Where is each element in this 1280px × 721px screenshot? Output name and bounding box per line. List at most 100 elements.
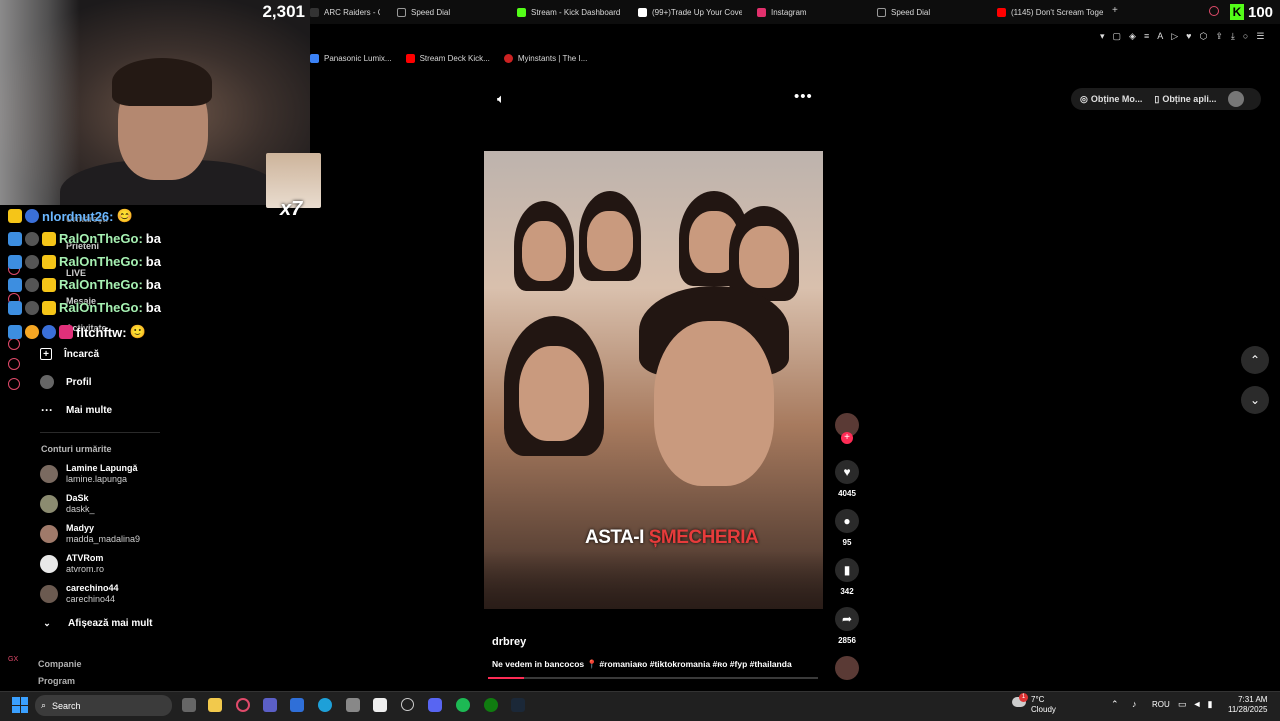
video-progress-bar[interactable] xyxy=(488,677,818,679)
music-disc[interactable] xyxy=(835,656,859,680)
show-more-button[interactable]: ⌄ Afișează mai mult xyxy=(40,616,152,630)
shield-icon[interactable]: ◈ xyxy=(1129,31,1136,42)
search-label: Search xyxy=(52,700,81,711)
heart-icon[interactable]: ♥ xyxy=(1186,31,1191,42)
speed-dial-icon xyxy=(397,7,406,17)
bookmark-panasonic[interactable]: Panasonic Lumix... xyxy=(310,48,392,68)
taskbar-search[interactable]: ⌕ Search xyxy=(35,695,172,716)
search-icon[interactable] xyxy=(1209,6,1219,16)
discord-icon[interactable] xyxy=(428,698,442,712)
language-indicator[interactable]: ROU xyxy=(1152,700,1170,709)
rail-icon[interactable] xyxy=(8,358,20,370)
app-icon[interactable] xyxy=(401,698,414,711)
tab-tiktok[interactable]: (99+)Trade Up Your Cove xyxy=(638,4,742,20)
cam-light xyxy=(0,0,80,205)
get-app-pill: ◎ Obține Mo... ▯ Obține apli... xyxy=(1071,88,1261,110)
tab-label: Speed Dial xyxy=(891,7,931,17)
download-icon[interactable]: ⤓ xyxy=(1231,31,1235,42)
chat-username[interactable]: RalOnTheGo: xyxy=(59,254,143,269)
tab-arc-raiders[interactable]: ARC Raiders - Offi xyxy=(310,4,380,20)
volume-icon[interactable]: 🔈︎ xyxy=(497,91,513,107)
account-name: carechino44 xyxy=(66,583,119,593)
weather-widget[interactable]: 7°C Cloudy xyxy=(1031,695,1056,715)
spotify-icon[interactable] xyxy=(456,698,470,712)
steam-icon[interactable] xyxy=(511,698,525,712)
follow-plus-icon[interactable]: + xyxy=(841,432,853,444)
video-author[interactable]: drbrey xyxy=(492,636,526,648)
play-icon[interactable]: ▷ xyxy=(1171,31,1178,42)
tab-instagram[interactable]: Instagram xyxy=(757,4,867,20)
bookmark-myinstants[interactable]: Myinstants | The I... xyxy=(503,48,587,68)
creator-avatar[interactable]: + xyxy=(835,413,859,444)
system-tray: ▭ ◄ ▮ xyxy=(1178,699,1212,710)
windows-start-icon[interactable] xyxy=(12,697,28,713)
following-account[interactable]: ATVRom atvrom.ro xyxy=(40,553,104,575)
extension-icon[interactable]: ⬡ xyxy=(1200,31,1208,42)
store-icon[interactable] xyxy=(373,698,387,712)
get-mode-button[interactable]: Obține Mo... xyxy=(1091,94,1143,104)
sidebar-item-upload[interactable]: + Încarcă xyxy=(40,348,99,360)
tray-chevron-icon[interactable]: ⌃ xyxy=(1111,699,1119,710)
speed-dial-icon xyxy=(877,7,886,17)
opera-gx-icon[interactable] xyxy=(236,698,250,712)
following-account[interactable]: carechino44 carechino44 xyxy=(40,583,119,605)
kick-count-badge: K 100 xyxy=(1230,2,1278,22)
chat-message: nlordnut26: 😊 xyxy=(8,208,133,224)
new-tab-button[interactable]: + xyxy=(1112,5,1118,16)
word-icon[interactable] xyxy=(290,698,304,712)
tab-label: (1145) Don't Scream Toge xyxy=(1011,7,1103,17)
avatar[interactable] xyxy=(1228,91,1245,107)
chat-username[interactable]: RalOnTheGo: xyxy=(59,231,143,246)
tab-kick-dashboard[interactable]: Stream - Kick Dashboard xyxy=(517,4,632,20)
tab-youtube[interactable]: (1145) Don't Scream Toge xyxy=(997,4,1103,20)
divider xyxy=(40,432,160,433)
menu-icon[interactable]: ☰ xyxy=(1256,31,1264,42)
file-explorer-icon[interactable] xyxy=(208,698,222,712)
chat-text: ba xyxy=(145,277,161,292)
chat-username[interactable]: RalOnTheGo: xyxy=(59,277,143,292)
weather-temp: 7°C xyxy=(1031,695,1045,704)
sidebar-item-more[interactable]: ··· Mai multe xyxy=(40,403,112,417)
like-button[interactable]: ♥ 4045 xyxy=(835,460,859,498)
chat-username[interactable]: nlordnut26: xyxy=(42,209,114,224)
account-icon[interactable]: ○ xyxy=(1243,31,1248,42)
tab-speed-dial-2[interactable]: Speed Dial xyxy=(877,4,987,20)
save-button[interactable]: ▮ 342 xyxy=(835,558,859,596)
more-options-icon[interactable]: ••• xyxy=(794,88,813,105)
notification-badge: 1 xyxy=(1019,693,1028,702)
following-account[interactable]: Madyy madda_madalina9 xyxy=(40,523,140,545)
xbox-icon[interactable] xyxy=(484,698,498,712)
task-view-icon[interactable] xyxy=(182,698,196,712)
footer-link-program[interactable]: Program xyxy=(38,673,82,690)
share-icon[interactable]: ⇪ xyxy=(1215,31,1223,42)
mic-icon[interactable]: ♪ xyxy=(1132,699,1137,709)
footer-link-company[interactable]: Companie xyxy=(38,656,82,673)
next-video-button[interactable]: ⌄ xyxy=(1241,386,1269,414)
settings-icon[interactable] xyxy=(8,378,20,390)
settings-icon[interactable] xyxy=(346,698,360,712)
previous-video-button[interactable]: ⌃ xyxy=(1241,346,1269,374)
following-account[interactable]: Lamine Lapungă lamine.lapunga xyxy=(40,463,138,485)
clock[interactable]: 7:31 AM 11/28/2025 xyxy=(1228,695,1267,715)
chevron-down-icon: ⌄ xyxy=(1249,393,1261,407)
following-account[interactable]: DaSk daskk_ xyxy=(40,493,95,515)
account-name: DaSk xyxy=(66,493,89,503)
gx-icon[interactable]: GX xyxy=(8,656,18,663)
reader-icon[interactable]: ≡ xyxy=(1144,31,1149,42)
battery-icon[interactable]: ▮ xyxy=(1207,699,1212,710)
teams-icon[interactable] xyxy=(263,698,277,712)
get-app-button[interactable]: Obține apli... xyxy=(1162,94,1216,104)
pin-icon[interactable]: ▾ xyxy=(1100,31,1105,42)
network-icon[interactable]: ▭ xyxy=(1178,699,1187,710)
screenshot-icon[interactable]: ▢ xyxy=(1113,31,1122,42)
chat-username[interactable]: fltchftw: xyxy=(76,325,127,340)
edge-icon[interactable] xyxy=(318,698,332,712)
tab-speed-dial[interactable]: Speed Dial xyxy=(397,4,507,20)
chat-username[interactable]: RalOnTheGo: xyxy=(59,300,143,315)
translate-icon[interactable]: A xyxy=(1157,31,1163,42)
share-button[interactable]: ➦ 2856 xyxy=(835,607,859,645)
speaker-icon[interactable]: ◄ xyxy=(1193,699,1202,710)
sidebar-item-profile[interactable]: Profil xyxy=(40,375,92,389)
comment-button[interactable]: ● 95 xyxy=(835,509,859,547)
bookmark-stream-deck[interactable]: Stream Deck Kick... xyxy=(405,48,490,68)
